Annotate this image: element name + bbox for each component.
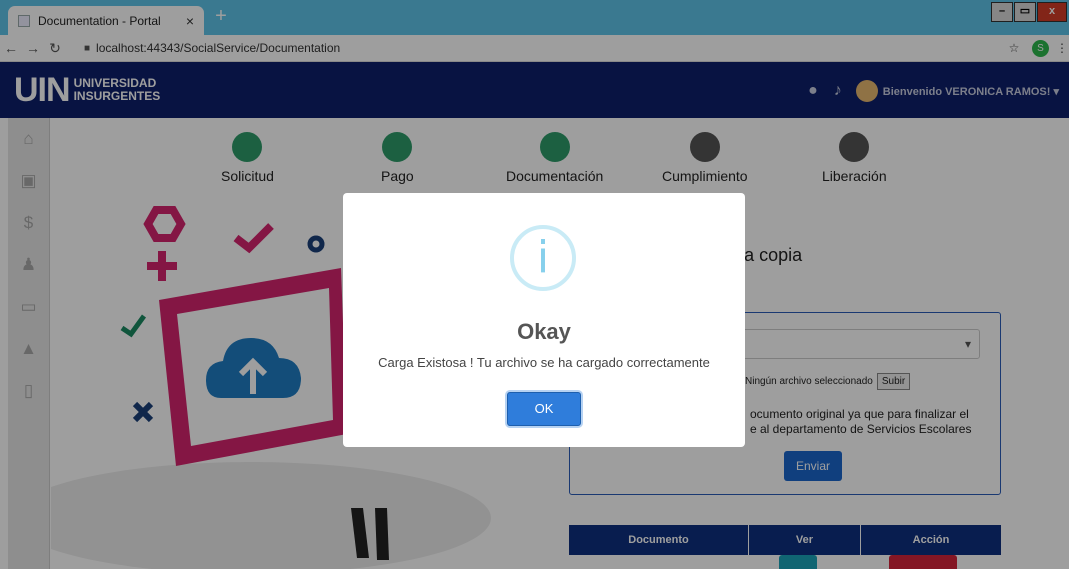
success-dialog: i Okay Carga Existosa ! Tu archivo se ha… [343,193,745,447]
info-icon: i [510,225,576,291]
dialog-message: Carga Existosa ! Tu archivo se ha cargad… [378,355,710,370]
ok-button[interactable]: OK [507,392,581,426]
dialog-title: Okay [517,319,571,344]
